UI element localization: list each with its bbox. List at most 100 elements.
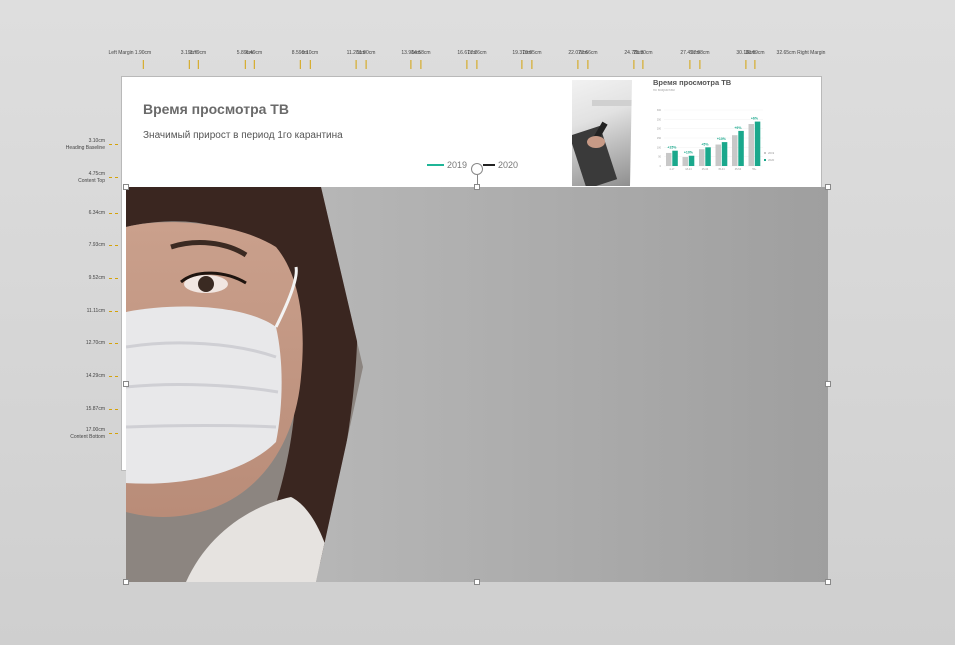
legend-item-2019[interactable]: 2019 [427, 160, 467, 170]
ruler-guide-marker[interactable]: 19.95cm [522, 50, 542, 69]
bar-2019-35-44 [715, 144, 721, 166]
ruler-guide-marker[interactable]: 27.98cm [690, 50, 710, 69]
ruler-guide-tick [197, 60, 199, 69]
resize-handle-right[interactable] [825, 381, 831, 387]
ruler-guide-marker[interactable]: 25.30cm [633, 50, 653, 69]
resize-handle-top-right[interactable] [825, 184, 831, 190]
ruler-guide-label: 15.87cm [85, 405, 105, 412]
ruler-guide-marker[interactable]: 17.00cm Content Bottom [40, 425, 118, 443]
ruler-guide-label: 11.11cm [86, 307, 105, 314]
ruler-guide-tick [476, 60, 478, 69]
selected-picture[interactable] [126, 187, 828, 582]
ruler-guide-tick [109, 244, 118, 246]
ruler-guide-label: 14.29cm [85, 372, 105, 379]
slide-subtitle[interactable]: Значимый прирост в период 1го карантина [143, 130, 343, 141]
legend-swatch-2020 [483, 164, 495, 166]
ruler-guide-label: Left Margin [108, 50, 134, 56]
thumbnail-subtitle: по возрастам [653, 88, 675, 92]
bar-2019-4-17 [666, 152, 672, 166]
y-tick-label: 300 [657, 109, 662, 112]
y-tick-label: 0 [660, 165, 662, 168]
ruler-guide-marker[interactable]: 9.52cm [40, 270, 118, 288]
legend-swatch [764, 152, 766, 154]
bar-2019-45-54 [732, 135, 738, 166]
ruler-guide-label: 3.79cm [189, 50, 207, 56]
remote-control-photo[interactable] [572, 80, 644, 186]
slide-title[interactable]: Время просмотра ТВ [143, 101, 289, 117]
tv-viewing-bar-chart[interactable]: 0 50 100 150 200 250 300 +15% 4-17 +10% 18-24 +5% 25… [652, 98, 792, 176]
growth-annotation: +10% [717, 137, 727, 141]
thumbnail-title: Время просмотра ТВ [653, 78, 732, 87]
ruler-guide-tick [299, 60, 301, 69]
remote-hand-illustration [572, 80, 644, 186]
y-tick-label: 250 [657, 118, 662, 121]
ruler-guide-label: 17.26cm [467, 50, 487, 56]
ruler-guide-label: 27.98cm [690, 50, 710, 56]
ruler-guide-label: 6.34cm [88, 209, 105, 216]
resize-handle-bottom[interactable] [474, 579, 480, 585]
ruler-guide-marker[interactable]: 14.29cm [40, 368, 118, 386]
resize-handle-bottom-right[interactable] [825, 579, 831, 585]
growth-annotation: +9% [734, 126, 742, 130]
ruler-guide-marker[interactable]: 12.70cm [40, 335, 118, 353]
x-tick-label: 25-34 [702, 168, 709, 171]
growth-annotation: +6% [751, 117, 759, 121]
ruler-guide-marker[interactable]: 9.10cm [302, 50, 318, 69]
ruler-guide-tick [587, 60, 589, 69]
legend-label: 2019 [768, 151, 775, 155]
bar-2019-55+ [748, 124, 754, 166]
ruler-guide-marker[interactable]: 22.66cm [578, 50, 598, 69]
ruler-guide-tick [309, 60, 311, 69]
ruler-guide-tick [642, 60, 644, 69]
ruler-guide-tick [109, 212, 118, 214]
ruler-guide-label: 30.69cm [745, 50, 765, 56]
ruler-guide-label: 25.30cm [633, 50, 653, 56]
ruler-guide-marker[interactable]: 3.79cm [190, 50, 206, 69]
ruler-guide-marker[interactable]: 14.58cm [411, 50, 431, 69]
ruler-guide-marker[interactable]: 15.87cm [40, 401, 118, 419]
ruler-guide-marker[interactable]: 1.90cm [135, 50, 151, 69]
ruler-guide-label: 6.49cm [245, 50, 263, 56]
ruler-guide-tick [109, 342, 118, 344]
ruler-guide-marker[interactable]: 30.69cm [745, 50, 765, 69]
resize-handle-top-left[interactable] [123, 184, 129, 190]
ruler-guide-label: 14.58cm [411, 50, 431, 56]
ruler-guide-label: 9.10cm [301, 50, 319, 56]
bar-2020-4-17 [672, 150, 678, 166]
ruler-guide-marker[interactable]: 6.34cm [40, 205, 118, 223]
ruler-guide-tick [109, 375, 118, 377]
bar-2019-18-24 [682, 157, 688, 166]
ruler-guide-tick [142, 60, 144, 69]
resize-handle-left[interactable] [123, 381, 129, 387]
ruler-guide-label: 3.10cm Heading Baseline [65, 137, 105, 151]
ruler-guide-marker[interactable]: 7.93cm [40, 237, 118, 255]
ruler-guide-label: 17.00cm Content Bottom [70, 426, 105, 440]
ruler-guide-label: 12.70cm [85, 339, 105, 346]
ruler-guide-tick [754, 60, 756, 69]
ruler-guide-tick [109, 310, 118, 312]
ruler-guide-marker[interactable]: Left Margin [108, 50, 133, 69]
growth-annotation: +10% [684, 151, 694, 155]
ruler-guide-tick [109, 408, 118, 410]
bar-2020-35-44 [721, 142, 728, 166]
ruler-guide-marker[interactable]: 4.75cm Content Top [40, 169, 118, 187]
bar-2020-45-54 [738, 130, 744, 166]
y-tick-label: 50 [658, 156, 661, 159]
legend-label: 2020 [768, 158, 775, 162]
growth-annotation: +15% [667, 146, 677, 150]
ruler-guide-marker[interactable]: 11.11cm [40, 303, 118, 321]
ruler-guide-marker[interactable]: 6.49cm [246, 50, 262, 69]
rotate-handle[interactable] [471, 163, 483, 175]
legend-item-2020[interactable]: 2020 [483, 160, 518, 170]
legend-label-2020: 2020 [498, 160, 519, 170]
ruler-guide-tick [699, 60, 701, 69]
ruler-guide-label: 19.95cm [522, 50, 542, 56]
resize-handle-top[interactable] [474, 184, 480, 190]
ruler-guide-marker[interactable]: 32.65cm Right Margin [777, 50, 826, 69]
ruler-guide-label: 32.65cm Right Margin [776, 50, 826, 56]
ruler-guide-marker[interactable]: 17.26cm [467, 50, 487, 69]
ruler-guide-marker[interactable]: 3.10cm Heading Baseline [40, 136, 118, 154]
resize-handle-bottom-left[interactable] [123, 579, 129, 585]
ruler-guide-tick [365, 60, 367, 69]
ruler-guide-marker[interactable]: 11.90cm [357, 50, 375, 69]
